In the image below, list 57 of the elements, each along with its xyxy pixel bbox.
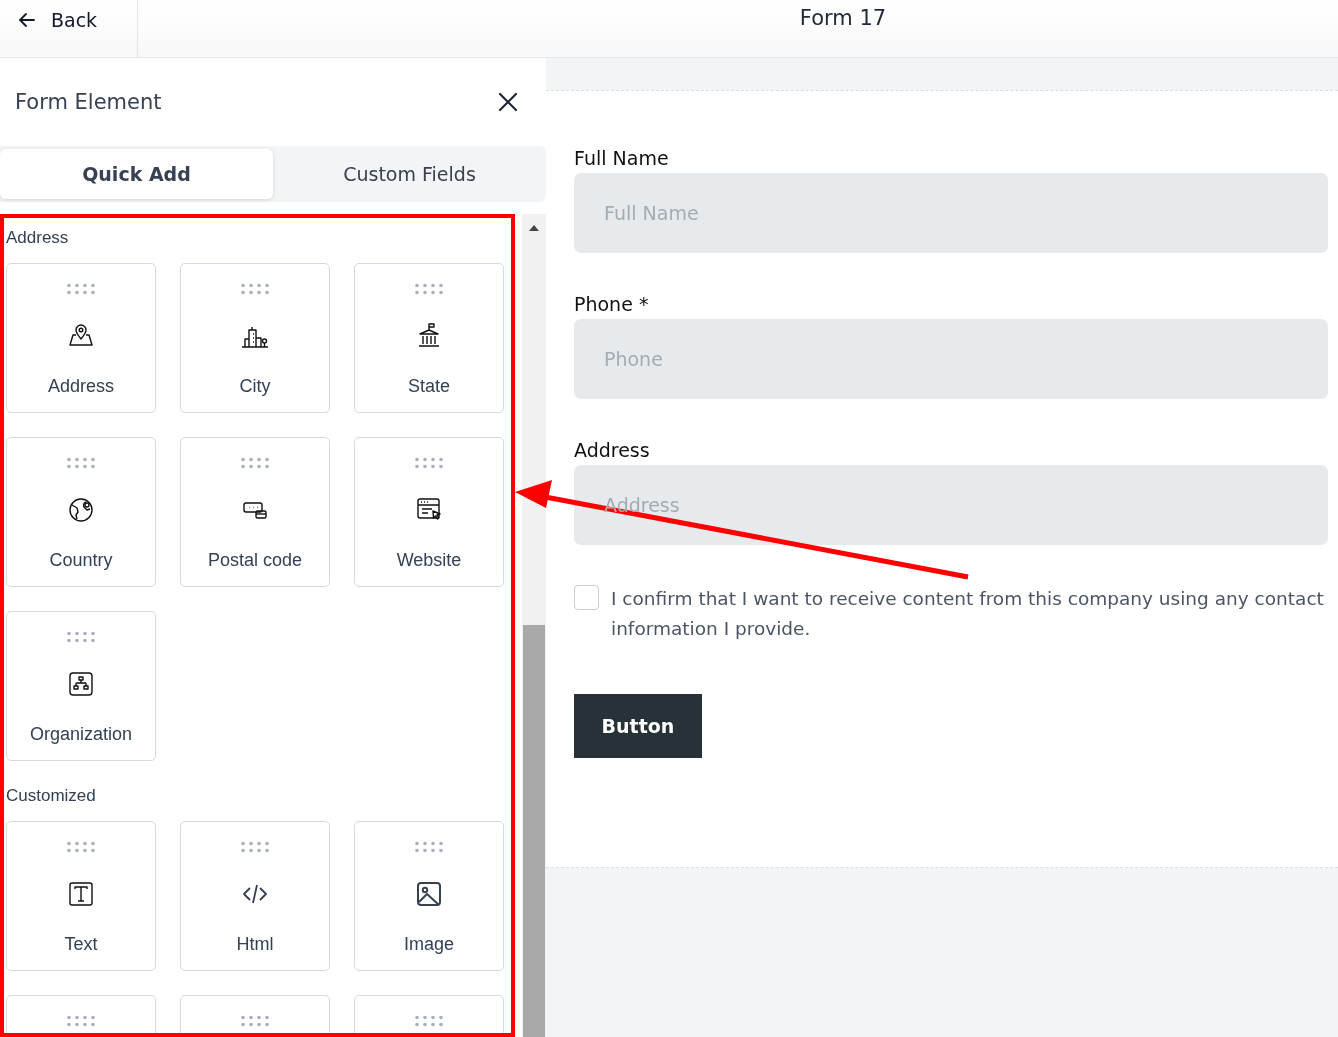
element-tile[interactable]: Address xyxy=(6,263,156,413)
input-field[interactable]: Phone xyxy=(574,319,1328,399)
element-tile[interactable]: Postal code xyxy=(180,437,330,587)
drag-handle-icon xyxy=(66,631,96,643)
tile-label: State xyxy=(408,376,450,397)
drag-handle-icon xyxy=(240,283,270,295)
element-tile[interactable]: Website xyxy=(354,437,504,587)
field-label: Phone * xyxy=(574,293,650,315)
element-tile[interactable]: Html xyxy=(180,821,330,971)
tab[interactable]: Quick Add xyxy=(0,149,273,199)
scroll-up-icon[interactable] xyxy=(529,224,539,231)
element-tile[interactable]: Country xyxy=(6,437,156,587)
page-title: Form 17 xyxy=(799,6,887,32)
drag-handle-icon xyxy=(66,283,96,295)
close-button[interactable] xyxy=(498,92,518,112)
tile-label: Postal code xyxy=(207,550,303,571)
submit-button[interactable]: Button xyxy=(574,694,702,758)
consent-text: I confirm that I want to receive content from this company using any contact information I provide. xyxy=(611,587,1325,641)
scrollbar-thumb[interactable] xyxy=(523,625,545,1037)
input-field[interactable]: Full Name xyxy=(574,173,1328,253)
element-tile[interactable]: Text xyxy=(6,821,156,971)
drag-handle-icon xyxy=(240,457,270,469)
tile-label: Country xyxy=(49,550,113,571)
tile-label: Image xyxy=(404,934,454,955)
drag-handle-icon xyxy=(414,457,444,469)
tile-label: Html xyxy=(236,934,274,955)
tile-label: Organization xyxy=(29,724,133,745)
element-tile[interactable]: Image xyxy=(354,821,504,971)
tile-label: Address xyxy=(47,376,114,397)
element-tile[interactable]: Organization xyxy=(6,611,156,761)
drag-handle-icon xyxy=(414,841,444,853)
image-icon xyxy=(414,879,444,909)
panel-title: Form Element xyxy=(15,90,162,114)
tile-label: Website xyxy=(396,550,462,571)
tab[interactable]: Custom Fields xyxy=(273,149,546,199)
drag-handle-icon xyxy=(66,1015,96,1027)
field-label: Full Name xyxy=(574,147,670,169)
org-chart-icon xyxy=(66,669,96,699)
drag-handle-icon xyxy=(414,283,444,295)
element-tile[interactable]: State xyxy=(354,263,504,413)
section-heading: Address xyxy=(6,228,70,249)
text-box-icon xyxy=(66,879,96,909)
drag-handle-icon xyxy=(240,1015,270,1027)
tile-label: Text xyxy=(64,934,98,955)
close-icon xyxy=(498,92,518,112)
drag-handle-icon xyxy=(66,841,96,853)
drag-handle-icon xyxy=(240,841,270,853)
back-button[interactable]: Back xyxy=(0,0,138,57)
section-heading: Customized xyxy=(6,786,97,807)
drag-handle-icon xyxy=(66,457,96,469)
checkbox[interactable] xyxy=(574,585,599,610)
drag-handle-icon xyxy=(414,1015,444,1027)
globe-icon xyxy=(66,495,96,525)
input-field[interactable]: Address xyxy=(574,465,1328,545)
tile-label: City xyxy=(239,376,271,397)
field-label: Address xyxy=(574,439,651,461)
element-tile[interactable]: City xyxy=(180,263,330,413)
